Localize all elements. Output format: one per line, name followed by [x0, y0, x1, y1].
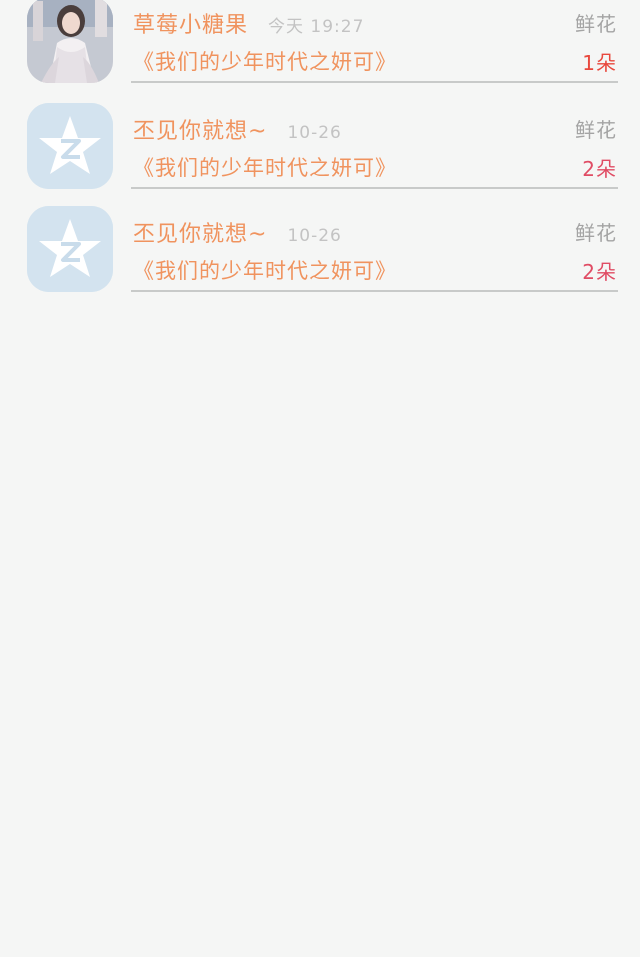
gift-type: 鲜花	[575, 221, 617, 245]
sender-line: 草莓小糖果 今天 19:27	[133, 7, 365, 39]
sender-name[interactable]: 丕见你就想~	[133, 113, 267, 145]
gift-record-list: 草莓小糖果 今天 19:27 鲜花 《我们的少年时代之妍可》 1朵 丕见你就想~…	[0, 0, 640, 309]
avatar[interactable]	[27, 0, 113, 83]
sender-line: 丕见你就想~ 10-26	[133, 216, 342, 248]
gift-time: 10-26	[287, 226, 342, 246]
book-title[interactable]: 《我们的少年时代之妍可》	[133, 46, 397, 76]
sender-name[interactable]: 草莓小糖果	[133, 7, 248, 39]
book-title[interactable]: 《我们的少年时代之妍可》	[133, 255, 397, 285]
gift-type: 鲜花	[575, 118, 617, 142]
gift-type: 鲜花	[575, 12, 617, 36]
qq-star-icon	[27, 103, 113, 189]
book-title[interactable]: 《我们的少年时代之妍可》	[133, 152, 397, 182]
list-item[interactable]: 草莓小糖果 今天 19:27 鲜花 《我们的少年时代之妍可》 1朵	[0, 0, 640, 103]
qq-star-icon	[27, 206, 113, 292]
row-divider	[131, 290, 618, 292]
avatar[interactable]	[27, 206, 113, 292]
gift-count: 2朵	[582, 260, 617, 284]
row-divider	[131, 81, 618, 83]
user-photo-icon	[27, 0, 113, 83]
list-item[interactable]: 丕见你就想~ 10-26 鲜花 《我们的少年时代之妍可》 2朵	[0, 103, 640, 206]
avatar[interactable]	[27, 103, 113, 189]
list-item[interactable]: 丕见你就想~ 10-26 鲜花 《我们的少年时代之妍可》 2朵	[0, 206, 640, 309]
gift-count: 2朵	[582, 157, 617, 181]
row-divider	[131, 187, 618, 189]
sender-line: 丕见你就想~ 10-26	[133, 113, 342, 145]
gift-count: 1朵	[582, 51, 617, 75]
gift-time: 今天 19:27	[268, 17, 365, 37]
sender-name[interactable]: 丕见你就想~	[133, 216, 267, 248]
gift-time: 10-26	[287, 123, 342, 143]
